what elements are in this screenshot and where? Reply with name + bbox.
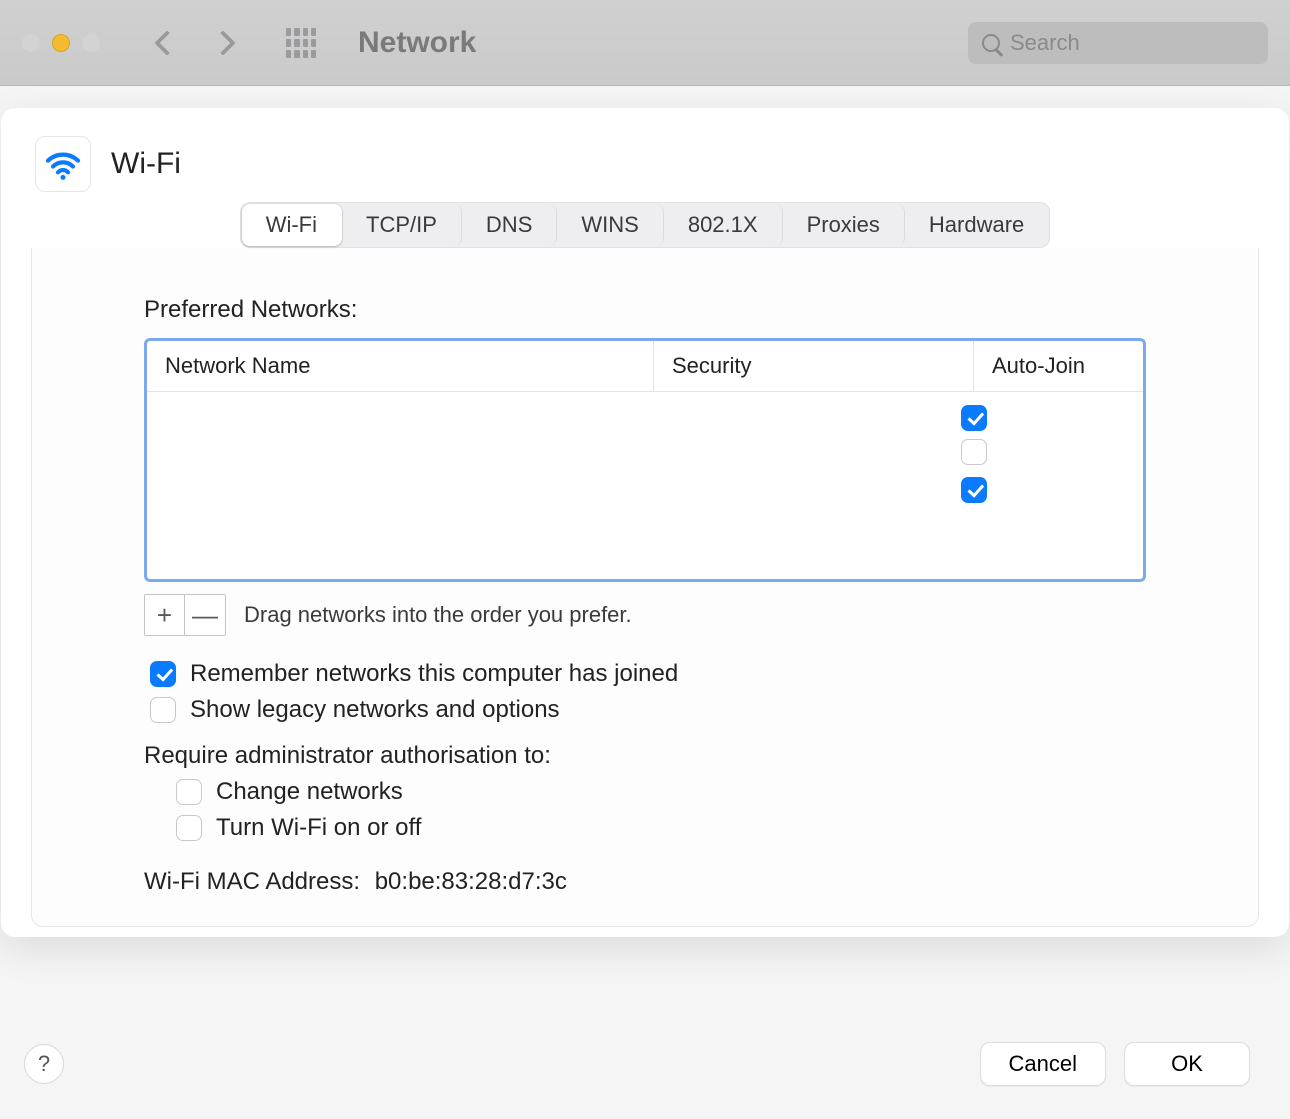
wifi-mac-row: Wi-Fi MAC Address: b0:be:83:28:d7:3c [144, 868, 1146, 896]
traffic-lights [22, 34, 100, 52]
change-networks-label: Change networks [216, 778, 403, 806]
search-placeholder: Search [1010, 30, 1080, 56]
add-remove-segment: + — [144, 594, 226, 636]
wifi-panel: Preferred Networks: Network Name Securit… [31, 248, 1259, 927]
autojoin-checkbox[interactable] [961, 405, 987, 431]
wifi-advanced-sheet: Wi-Fi Wi-Fi TCP/IP DNS WINS 802.1X Proxi… [1, 108, 1289, 937]
toggle-wifi-option[interactable]: Turn Wi-Fi on or off [170, 814, 1146, 842]
change-networks-option[interactable]: Change networks [170, 778, 1146, 806]
column-header-name[interactable]: Network Name [147, 341, 653, 391]
column-header-security[interactable]: Security [653, 341, 973, 391]
require-admin-label: Require administrator authorisation to: [144, 742, 1146, 770]
preferred-networks-label: Preferred Networks: [144, 296, 1146, 324]
wifi-mac-label: Wi-Fi MAC Address: [144, 868, 360, 895]
table-row[interactable] [165, 472, 1125, 508]
tab-wifi[interactable]: Wi-Fi [242, 204, 342, 246]
close-window-icon[interactable] [22, 34, 40, 52]
tab-wins[interactable]: WINS [557, 204, 663, 246]
autojoin-checkbox[interactable] [961, 439, 987, 465]
ok-button[interactable]: OK [1124, 1042, 1250, 1086]
change-networks-checkbox[interactable] [176, 779, 202, 805]
remember-networks-option[interactable]: Remember networks this computer has join… [144, 660, 1146, 688]
add-network-button[interactable]: + [145, 595, 185, 635]
toggle-wifi-label: Turn Wi-Fi on or off [216, 814, 421, 842]
wifi-icon [35, 136, 91, 192]
show-legacy-label: Show legacy networks and options [190, 696, 560, 724]
window-title: Network [358, 26, 476, 60]
drag-order-hint: Drag networks into the order you prefer. [244, 602, 632, 628]
toggle-wifi-checkbox[interactable] [176, 815, 202, 841]
tab-hardware[interactable]: Hardware [905, 204, 1048, 246]
dialog-footer: ? Cancel OK [0, 1009, 1290, 1119]
minimise-window-icon[interactable] [52, 34, 70, 52]
table-row[interactable] [165, 436, 1125, 472]
sheet-title: Wi-Fi [111, 147, 181, 181]
tab-bar: Wi-Fi TCP/IP DNS WINS 802.1X Proxies Har… [240, 202, 1051, 248]
remember-networks-checkbox[interactable] [150, 661, 176, 687]
tab-tcpip[interactable]: TCP/IP [342, 204, 462, 246]
cancel-button[interactable]: Cancel [980, 1042, 1106, 1086]
help-button[interactable]: ? [24, 1044, 64, 1084]
show-legacy-checkbox[interactable] [150, 697, 176, 723]
remove-network-button[interactable]: — [185, 595, 225, 635]
back-icon[interactable] [154, 30, 179, 55]
remember-networks-label: Remember networks this computer has join… [190, 660, 678, 688]
show-all-prefs-icon[interactable] [286, 28, 316, 58]
wifi-mac-value: b0:be:83:28:d7:3c [375, 868, 567, 895]
preferred-networks-table[interactable]: Network Name Security Auto-Join [144, 338, 1146, 582]
tab-8021x[interactable]: 802.1X [664, 204, 783, 246]
window-toolbar: Network Search [0, 0, 1290, 86]
search-icon [982, 34, 1000, 52]
autojoin-checkbox[interactable] [961, 477, 987, 503]
table-row[interactable] [165, 400, 1125, 436]
search-input[interactable]: Search [968, 22, 1268, 64]
column-header-autojoin[interactable]: Auto-Join [973, 341, 1143, 391]
forward-icon[interactable] [210, 30, 235, 55]
tab-proxies[interactable]: Proxies [783, 204, 905, 246]
nav-arrows [158, 34, 232, 52]
zoom-window-icon[interactable] [82, 34, 100, 52]
show-legacy-option[interactable]: Show legacy networks and options [144, 696, 1146, 724]
tab-dns[interactable]: DNS [462, 204, 557, 246]
